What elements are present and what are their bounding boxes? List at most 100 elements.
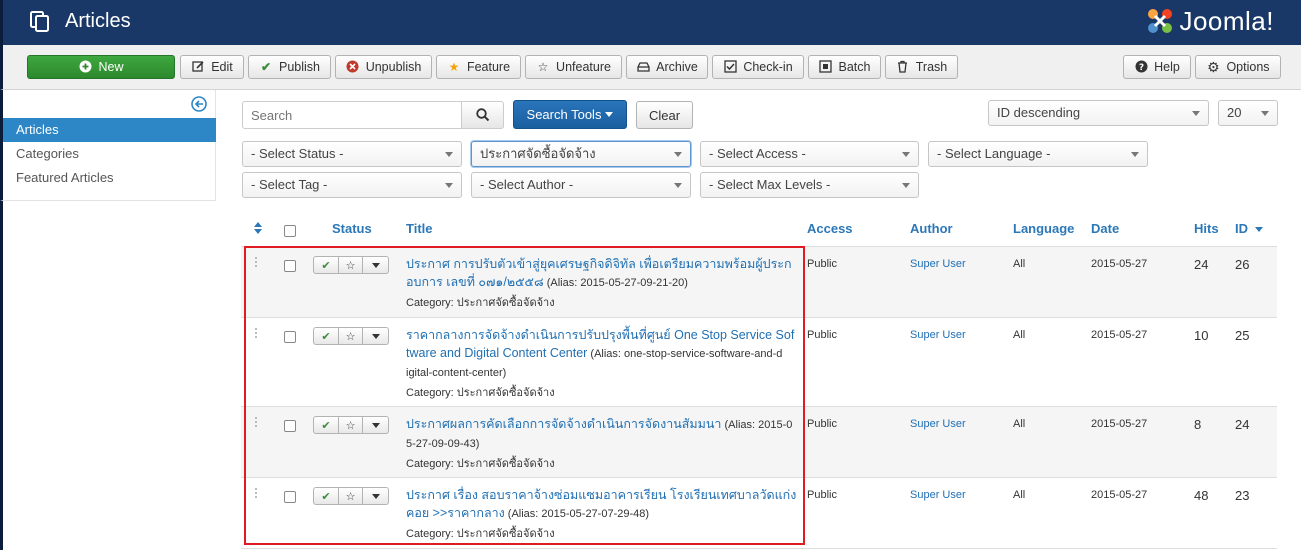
checkbox-icon <box>723 60 737 74</box>
table-row[interactable]: ✔ ☆ ประกาศผลการคัดเลือกการจัดจ้างดำเนินก… <box>241 407 1277 478</box>
search-tools-button[interactable]: Search Tools <box>513 100 627 129</box>
batch-icon <box>819 60 833 74</box>
batch-button[interactable]: Batch <box>808 55 881 79</box>
actions-dropdown-icon[interactable] <box>363 487 389 505</box>
published-check-icon[interactable]: ✔ <box>313 327 339 345</box>
author-link[interactable]: Super User <box>910 329 966 341</box>
article-title-link[interactable]: ราคากลางการจัดจ้างดำเนินการปรับปรุงพื้นท… <box>406 328 794 342</box>
joomla-logo: Joomla! <box>1145 5 1274 37</box>
featured-star-icon[interactable]: ☆ <box>339 256 363 274</box>
table-row[interactable]: ✔ ☆ ประกาศ การปรับตัวเข้าสู่ยุคเศรษฐกิจด… <box>241 247 1277 318</box>
check-all-checkbox[interactable] <box>284 225 296 237</box>
caret-down-icon <box>605 112 614 117</box>
article-title-link[interactable]: ประกาศ เรื่อง สอบราคาจ้างซ่อมแซมอาคารเรี… <box>406 488 796 502</box>
th-hits[interactable]: Hits <box>1194 221 1219 236</box>
id-cell: 24 <box>1235 417 1250 432</box>
help-button[interactable]: ? Help <box>1123 55 1191 79</box>
search-button[interactable] <box>461 101 504 129</box>
row-checkbox[interactable] <box>284 331 296 343</box>
search-icon <box>475 108 489 122</box>
max-levels-filter[interactable]: - Select Max Levels - <box>700 172 919 198</box>
sidebar-item-featured-articles[interactable]: Featured Articles <box>3 166 216 190</box>
th-status[interactable]: Status <box>332 221 372 236</box>
edit-button[interactable]: Edit <box>180 55 244 79</box>
drag-handle-icon[interactable] <box>255 328 259 340</box>
actions-dropdown-icon[interactable] <box>363 416 389 434</box>
chevron-down-icon <box>674 152 682 157</box>
published-check-icon[interactable]: ✔ <box>313 416 339 434</box>
ordering-select[interactable]: ID descending <box>988 100 1209 126</box>
left-edge <box>0 201 3 550</box>
trash-button[interactable]: Trash <box>885 55 958 79</box>
access-filter[interactable]: - Select Access - <box>700 141 919 167</box>
th-id[interactable]: ID <box>1235 221 1263 236</box>
author-link[interactable]: Super User <box>910 489 966 501</box>
language-filter[interactable]: - Select Language - <box>928 141 1148 167</box>
language-cell: All <box>1013 418 1026 430</box>
drag-handle-icon[interactable] <box>255 417 259 429</box>
th-author[interactable]: Author <box>910 221 953 236</box>
feature-button[interactable]: ★ Feature <box>436 55 521 79</box>
publish-button[interactable]: ✔ Publish <box>248 55 331 79</box>
author-link[interactable]: Super User <box>910 418 966 430</box>
th-title[interactable]: Title <box>406 221 433 236</box>
article-title-link[interactable]: ประกาศผลการคัดเลือกการจัดจ้างดำเนินการจั… <box>406 417 721 431</box>
sort-icon[interactable] <box>253 221 263 235</box>
options-button[interactable]: ⚙ Options <box>1195 55 1281 79</box>
date-cell: 2015-05-27 <box>1091 418 1148 430</box>
limit-select[interactable]: 20 <box>1218 100 1278 126</box>
published-check-icon[interactable]: ✔ <box>313 256 339 274</box>
th-access[interactable]: Access <box>807 221 853 236</box>
chevron-down-icon <box>902 183 910 188</box>
chevron-down-icon <box>1192 111 1200 116</box>
th-language[interactable]: Language <box>1013 221 1074 236</box>
article-title-link-cont[interactable]: อบการ เลขที่ ๐๗๑/๒๕๕๘ <box>406 275 544 289</box>
archive-button[interactable]: Archive <box>626 55 708 79</box>
unpublish-button[interactable]: Unpublish <box>335 55 432 79</box>
id-cell: 23 <box>1235 488 1250 503</box>
copy-icon <box>30 11 49 32</box>
published-check-icon[interactable]: ✔ <box>313 487 339 505</box>
actions-dropdown-icon[interactable] <box>363 256 389 274</box>
author-filter[interactable]: - Select Author - <box>471 172 691 198</box>
search-input[interactable] <box>242 101 462 129</box>
hits-cell: 48 <box>1194 488 1209 503</box>
article-alias-cont: igital-content-center) <box>406 367 507 379</box>
unfeature-button[interactable]: ☆ Unfeature <box>525 55 622 79</box>
collapse-sidebar-icon[interactable] <box>191 96 207 112</box>
featured-star-icon[interactable]: ☆ <box>339 327 363 345</box>
drag-handle-icon[interactable] <box>255 257 259 269</box>
edit-icon <box>191 60 205 74</box>
hits-cell: 8 <box>1194 417 1202 432</box>
table-row[interactable]: ✔ ☆ ประกาศ เรื่อง สอบราคาจ้างซ่อมแซมอาคา… <box>241 478 1277 549</box>
row-checkbox[interactable] <box>284 491 296 503</box>
category-filter[interactable]: ประกาศจัดซื้อจัดจ้าง <box>471 141 691 167</box>
actions-dropdown-icon[interactable] <box>363 327 389 345</box>
row-checkbox[interactable] <box>284 260 296 272</box>
new-button[interactable]: New <box>27 55 175 79</box>
featured-star-icon[interactable]: ☆ <box>339 416 363 434</box>
article-title-link-cont[interactable]: คอย >>ราคากลาง <box>406 506 505 520</box>
article-title-link[interactable]: ประกาศ การปรับตัวเข้าสู่ยุคเศรษฐกิจดิจิท… <box>406 257 792 271</box>
drag-handle-icon[interactable] <box>255 488 259 500</box>
tag-filter[interactable]: - Select Tag - <box>242 172 462 198</box>
sidebar-item-articles[interactable]: Articles <box>3 118 216 142</box>
access-cell: Public <box>807 418 837 430</box>
th-date[interactable]: Date <box>1091 221 1119 236</box>
language-cell: All <box>1013 258 1026 270</box>
sidebar-item-categories[interactable]: Categories <box>3 142 216 166</box>
clear-button[interactable]: Clear <box>636 101 693 129</box>
article-category: Category: ประกาศจัดซื้อจัดจ้าง <box>406 297 555 309</box>
joomla-logo-text: Joomla! <box>1179 5 1274 36</box>
status-filter[interactable]: - Select Status - <box>242 141 462 167</box>
featured-star-icon[interactable]: ☆ <box>339 487 363 505</box>
row-checkbox[interactable] <box>284 420 296 432</box>
chevron-down-icon <box>1261 111 1269 116</box>
date-cell: 2015-05-27 <box>1091 258 1148 270</box>
author-link[interactable]: Super User <box>910 258 966 270</box>
id-cell: 25 <box>1235 328 1250 343</box>
article-title-link-cont[interactable]: tware and Digital Content Center <box>406 346 587 360</box>
checkin-button[interactable]: Check-in <box>712 55 804 79</box>
table-row[interactable]: ✔ ☆ ราคากลางการจัดจ้างดำเนินการปรับปรุงพ… <box>241 318 1277 407</box>
trash-icon <box>896 60 910 74</box>
